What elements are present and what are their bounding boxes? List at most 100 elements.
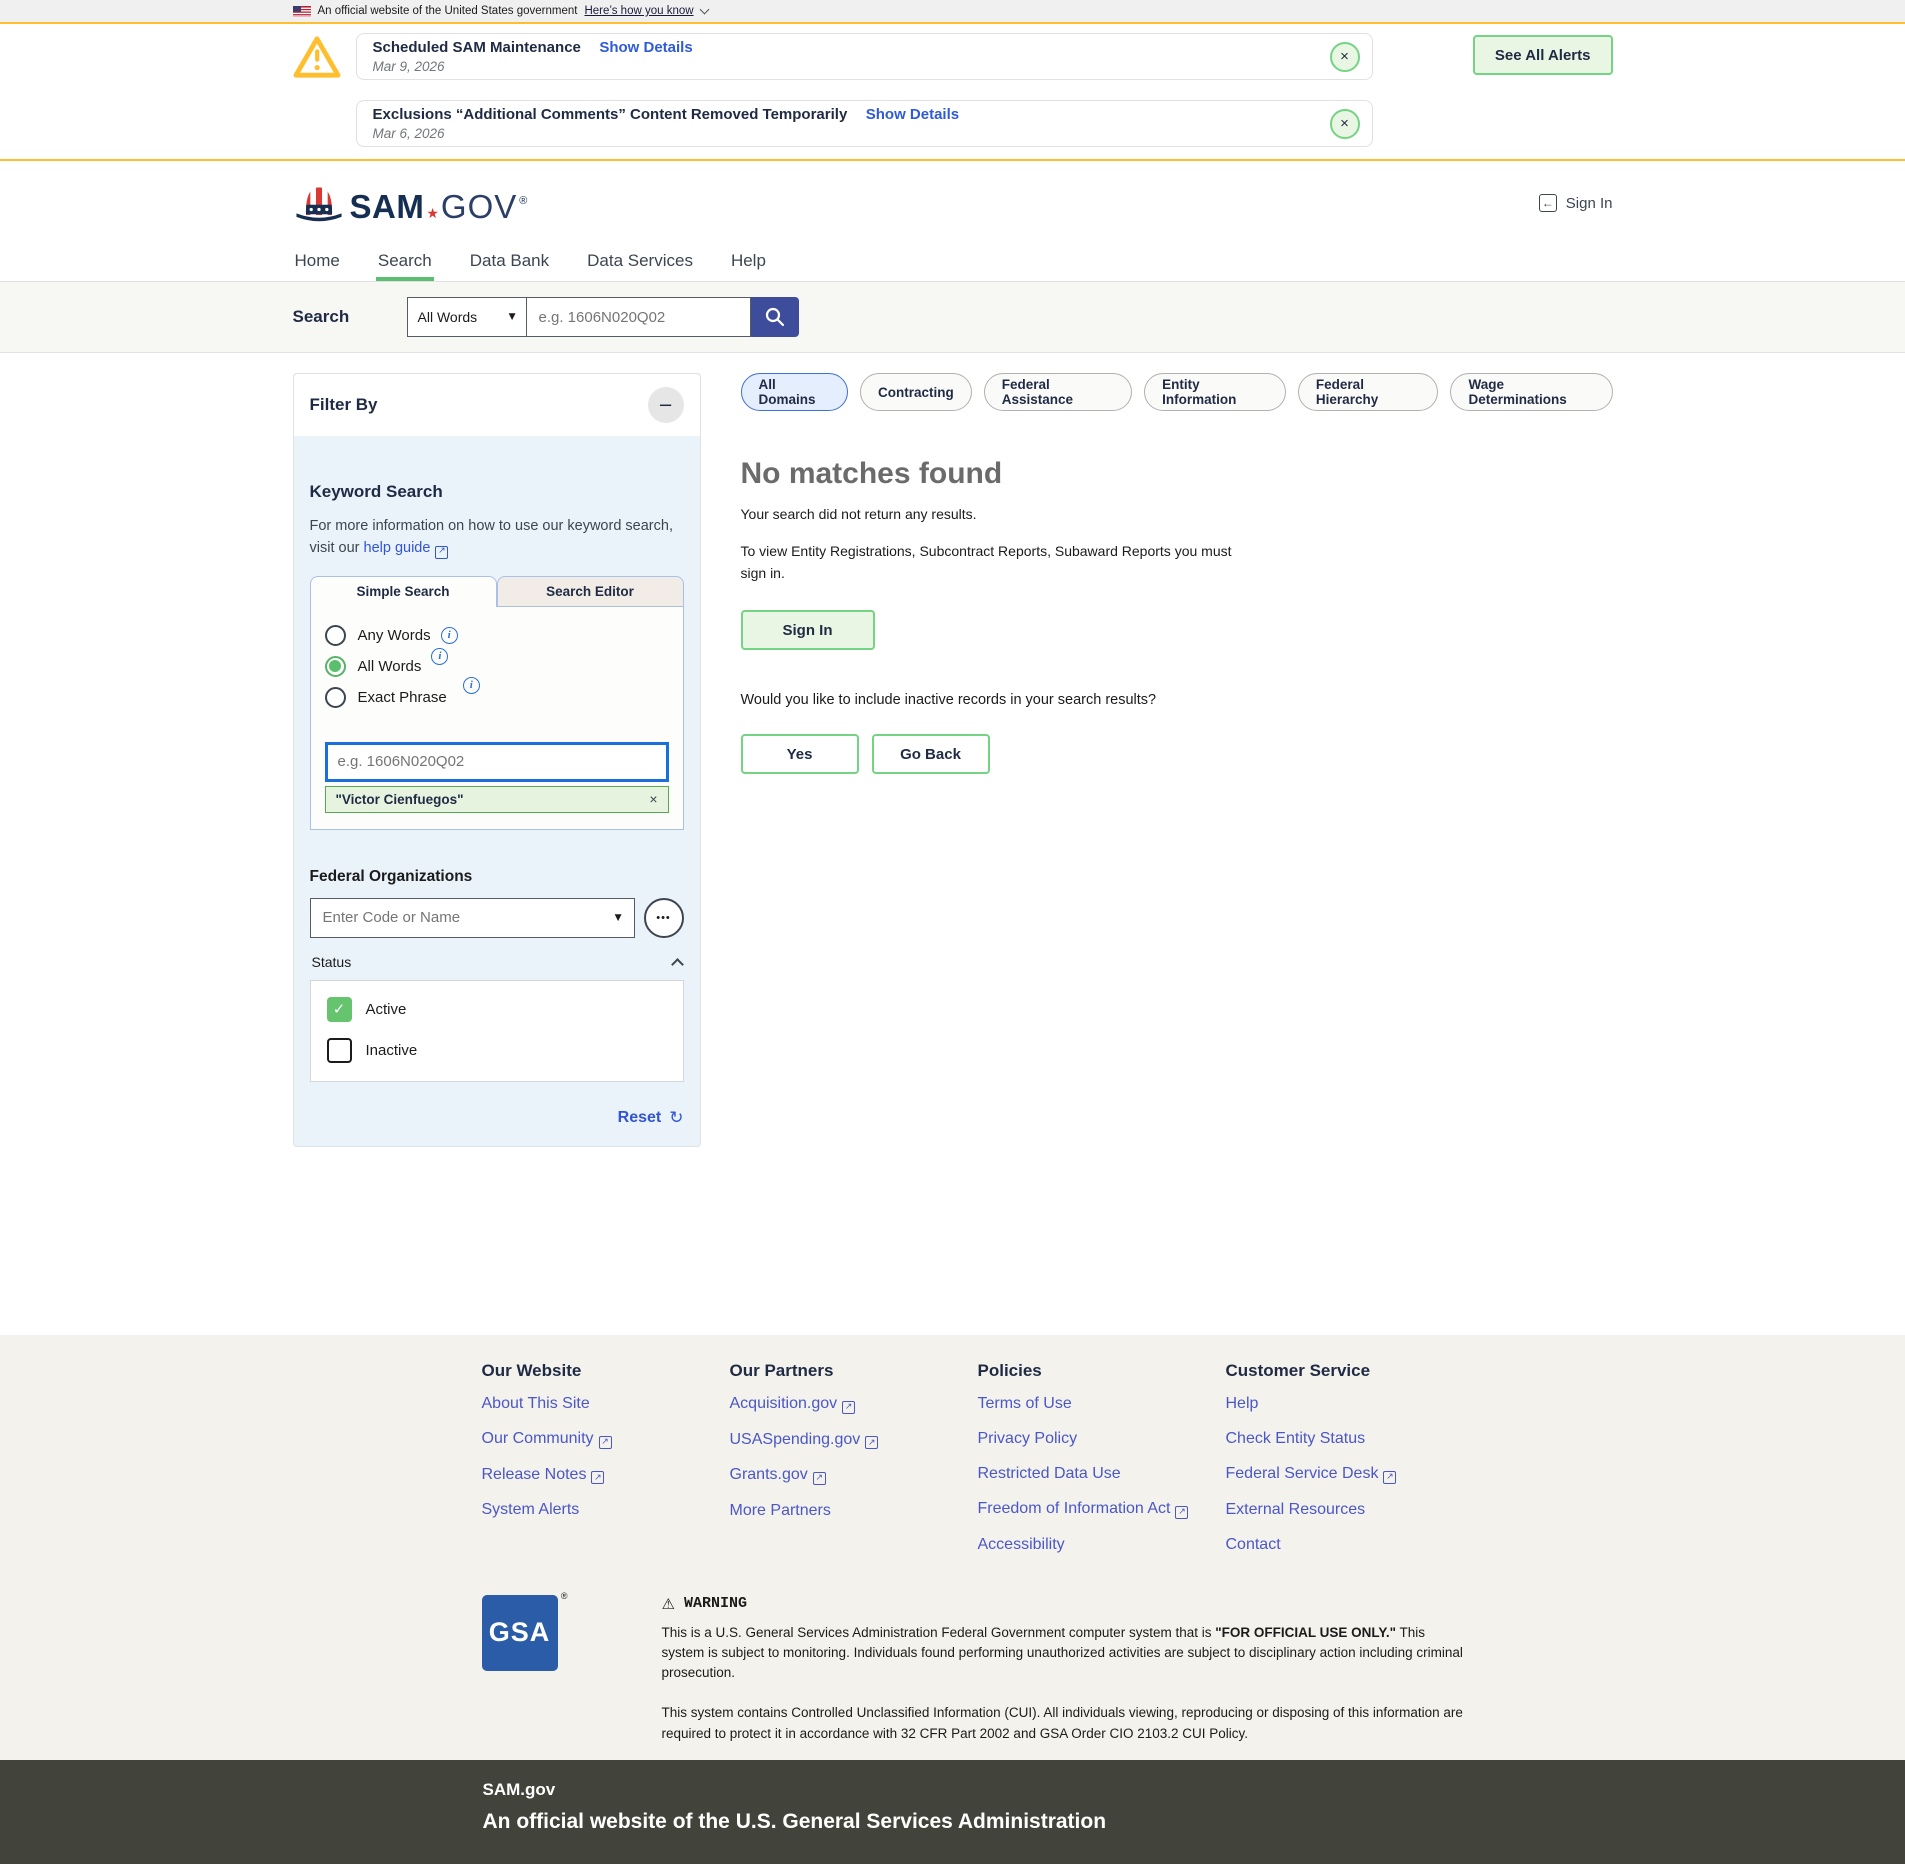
keyword-search-heading: Keyword Search bbox=[310, 436, 684, 502]
footer-link-usaspending-gov[interactable]: USASpending.gov↗ bbox=[730, 1431, 978, 1450]
footer-link-system-alerts[interactable]: System Alerts bbox=[482, 1501, 730, 1519]
footer-column-heading: Customer Service bbox=[1226, 1361, 1474, 1381]
sam-gov-logo[interactable]: SAM ★ GOV ® bbox=[293, 180, 528, 226]
yes-button[interactable]: Yes bbox=[741, 734, 859, 774]
footer-link-privacy-policy[interactable]: Privacy Policy bbox=[978, 1430, 1226, 1448]
alert-card-maintenance: Scheduled SAM Maintenance Show Details M… bbox=[356, 33, 1373, 80]
radio-any-words[interactable] bbox=[325, 625, 346, 646]
footer-link-release-notes[interactable]: Release Notes↗ bbox=[482, 1466, 730, 1485]
domain-tab-all-domains[interactable]: All Domains bbox=[741, 373, 849, 411]
search-mode-select[interactable]: All Words ▼ bbox=[407, 297, 527, 337]
domain-tab-federal-hierarchy[interactable]: Federal Hierarchy bbox=[1298, 373, 1439, 411]
domain-tab-wage-determinations[interactable]: Wage Determinations bbox=[1450, 373, 1612, 411]
federal-organizations-input[interactable] bbox=[323, 909, 615, 926]
header-sign-in-link[interactable]: ← Sign In bbox=[1539, 194, 1613, 212]
footer-link-about-this-site[interactable]: About This Site bbox=[482, 1395, 730, 1413]
footer-link-accessibility[interactable]: Accessibility bbox=[978, 1536, 1226, 1554]
alert-row: Exclusions “Additional Comments” Content… bbox=[293, 100, 1613, 147]
reset-filters-link[interactable]: Reset bbox=[618, 1109, 662, 1127]
show-details-link[interactable]: Show Details bbox=[599, 39, 692, 56]
domain-tab-federal-assistance[interactable]: Federal Assistance bbox=[984, 373, 1132, 411]
see-all-alerts-button[interactable]: See All Alerts bbox=[1473, 35, 1613, 75]
checkbox-active-label: Active bbox=[366, 1001, 407, 1018]
keyword-tag-label: "Victor Cienfuegos" bbox=[336, 792, 464, 807]
footer-link-foia[interactable]: Freedom of Information Act↗ bbox=[978, 1500, 1226, 1519]
nav-data-services[interactable]: Data Services bbox=[585, 242, 695, 281]
minus-icon: − bbox=[658, 395, 673, 416]
info-icon[interactable]: i bbox=[431, 648, 448, 665]
footer-link-our-community[interactable]: Our Community↗ bbox=[482, 1430, 730, 1449]
show-details-link[interactable]: Show Details bbox=[866, 106, 959, 123]
info-icon[interactable]: i bbox=[441, 627, 458, 644]
tab-simple-search[interactable]: Simple Search bbox=[310, 576, 497, 607]
status-accordion-header[interactable]: Status bbox=[310, 954, 684, 970]
checkbox-inactive[interactable] bbox=[327, 1038, 352, 1063]
main-nav: Home Search Data Bank Data Services Help bbox=[0, 242, 1905, 282]
remove-tag-icon[interactable]: × bbox=[649, 791, 657, 807]
keyword-input[interactable] bbox=[325, 742, 669, 782]
no-results-subtext: Your search did not return any results. bbox=[741, 506, 1613, 522]
sign-in-button[interactable]: Sign In bbox=[741, 610, 875, 650]
help-guide-link[interactable]: help guide↗ bbox=[364, 540, 449, 556]
alerts-section: Scheduled SAM Maintenance Show Details M… bbox=[0, 22, 1905, 161]
nav-data-bank[interactable]: Data Bank bbox=[468, 242, 551, 281]
nav-search[interactable]: Search bbox=[376, 242, 434, 281]
footer-link-more-partners[interactable]: More Partners bbox=[730, 1502, 978, 1520]
warning-paragraph-2: This system contains Controlled Unclassi… bbox=[662, 1703, 1472, 1744]
footer-link-acquisition-gov[interactable]: Acquisition.gov↗ bbox=[730, 1395, 978, 1414]
footer-link-grants-gov[interactable]: Grants.gov↗ bbox=[730, 1466, 978, 1485]
footer-link-help[interactable]: Help bbox=[1226, 1395, 1474, 1413]
footer-link-terms-of-use[interactable]: Terms of Use bbox=[978, 1395, 1226, 1413]
radio-exact-phrase-label: Exact Phrase bbox=[358, 689, 447, 706]
external-link-icon: ↗ bbox=[599, 1436, 612, 1449]
status-label: Status bbox=[312, 954, 352, 970]
radio-exact-phrase[interactable] bbox=[325, 687, 346, 708]
close-alert-button[interactable]: × bbox=[1330, 109, 1360, 139]
footer-link-federal-service-desk[interactable]: Federal Service Desk↗ bbox=[1226, 1465, 1474, 1484]
checkbox-active[interactable]: ✓ bbox=[327, 997, 352, 1022]
warning-icon: ⚠ bbox=[662, 1595, 675, 1613]
collapse-filters-button[interactable]: − bbox=[648, 387, 684, 423]
no-matches-heading: No matches found bbox=[741, 457, 1613, 491]
search-mode-value: All Words bbox=[418, 309, 478, 325]
nav-help[interactable]: Help bbox=[729, 242, 768, 281]
how-you-know-link[interactable]: Here’s how you know bbox=[584, 5, 693, 17]
external-link-icon: ↗ bbox=[1175, 1506, 1188, 1519]
footer-column-our-website: Our Website About This Site Our Communit… bbox=[482, 1361, 730, 1571]
go-back-button[interactable]: Go Back bbox=[872, 734, 990, 774]
search-button[interactable] bbox=[751, 297, 799, 337]
nav-home[interactable]: Home bbox=[293, 242, 342, 281]
identifier-footer: SAM.gov An official website of the U.S. … bbox=[0, 1760, 1905, 1864]
ellipsis-icon: ••• bbox=[656, 912, 671, 924]
info-icon[interactable]: i bbox=[463, 677, 480, 694]
radio-all-words[interactable] bbox=[325, 656, 346, 677]
reset-icon[interactable]: ↻ bbox=[669, 1108, 683, 1128]
simple-search-panel: Any Words i All Words i Exact Phrase i bbox=[310, 607, 684, 830]
dropdown-arrow-icon: ▼ bbox=[509, 312, 516, 322]
footer-link-external-resources[interactable]: External Resources bbox=[1226, 1501, 1474, 1519]
search-results: All Domains Contracting Federal Assistan… bbox=[741, 373, 1613, 774]
tab-search-editor[interactable]: Search Editor bbox=[497, 576, 684, 607]
domain-tab-contracting[interactable]: Contracting bbox=[860, 373, 972, 411]
footer-link-check-entity-status[interactable]: Check Entity Status bbox=[1226, 1430, 1474, 1448]
federal-organizations-combo[interactable]: ▼ bbox=[310, 898, 635, 938]
close-alert-button[interactable]: × bbox=[1330, 42, 1360, 72]
footer-link-contact[interactable]: Contact bbox=[1226, 1536, 1474, 1554]
search-icon bbox=[764, 306, 786, 328]
radio-any-words-label: Any Words bbox=[358, 627, 431, 644]
footer-site-name: SAM.gov bbox=[483, 1780, 1613, 1800]
warning-paragraph-1: This is a U.S. General Services Administ… bbox=[662, 1623, 1472, 1684]
registered-mark: ® bbox=[519, 195, 527, 207]
gov-banner: An official website of the United States… bbox=[0, 0, 1905, 22]
external-link-icon: ↗ bbox=[1383, 1471, 1396, 1484]
footer-column-policies: Policies Terms of Use Privacy Policy Res… bbox=[978, 1361, 1226, 1571]
external-link-icon: ↗ bbox=[865, 1436, 878, 1449]
top-search-input[interactable] bbox=[527, 297, 751, 337]
more-options-button[interactable]: ••• bbox=[644, 898, 684, 938]
search-bar-section: Search All Words ▼ bbox=[0, 282, 1905, 353]
footer-link-restricted-data-use[interactable]: Restricted Data Use bbox=[978, 1465, 1226, 1483]
domain-tab-entity-information[interactable]: Entity Information bbox=[1144, 373, 1286, 411]
gsa-logo: GSA bbox=[482, 1595, 558, 1671]
filter-panel-title: Filter By bbox=[310, 395, 378, 415]
warning-title: WARNING bbox=[684, 1595, 747, 1612]
